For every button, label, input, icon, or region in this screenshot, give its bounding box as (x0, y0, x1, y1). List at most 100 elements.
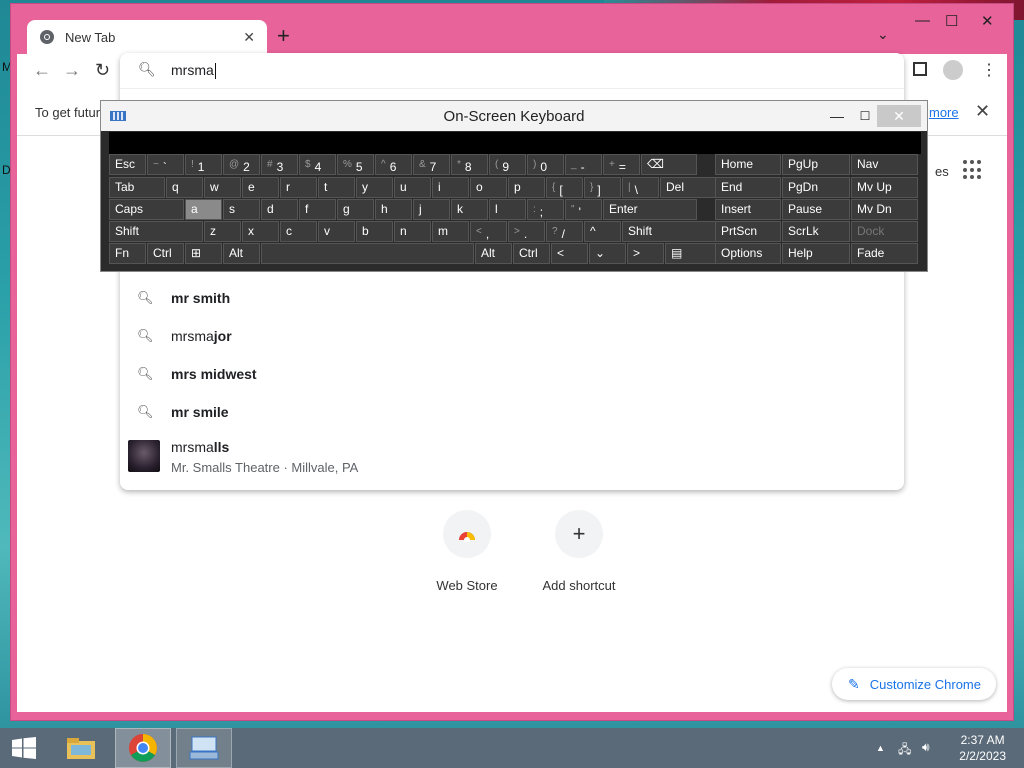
osk-key[interactable]: (9 (489, 154, 526, 175)
osk-key[interactable]: j (413, 199, 450, 220)
osk-key[interactable]: a (185, 199, 222, 220)
minimize-button[interactable]: — (915, 12, 930, 29)
system-clock[interactable]: 2:37 AM 2/2/2023 (959, 732, 1006, 764)
back-icon[interactable]: ← (33, 60, 51, 81)
osk-key[interactable]: > (627, 243, 664, 264)
osk-key[interactable]: #3 (261, 154, 298, 175)
osk-key[interactable]: & 7 (413, 154, 450, 175)
osk-key[interactable]: Caps (109, 199, 184, 220)
osk-minimize-button[interactable]: — (827, 105, 847, 127)
osk-key[interactable]: m (432, 221, 469, 242)
osk-nav-key[interactable]: Options (715, 243, 781, 264)
file-explorer-icon[interactable] (58, 728, 104, 768)
osk-key[interactable]: g (337, 199, 374, 220)
osk-key[interactable]: < (551, 243, 588, 264)
osk-key[interactable]: @2 (223, 154, 260, 175)
start-button[interactable] (0, 728, 48, 768)
info-bar-close-icon[interactable]: ✕ (975, 101, 990, 122)
osk-key[interactable]: * 8 (451, 154, 488, 175)
osk-nav-key[interactable]: Insert (715, 199, 781, 220)
shortcut-add[interactable]: + Add shortcut (529, 510, 629, 593)
tab-new-tab[interactable]: New Tab ✕ (27, 20, 267, 54)
address-input[interactable]: mrsma (171, 62, 216, 80)
osk-key[interactable]: v (318, 221, 355, 242)
menu-kebab-icon[interactable]: ⋮ (981, 60, 997, 80)
osk-nav-key[interactable]: PrtScn (715, 221, 781, 242)
osk-key[interactable] (261, 243, 474, 264)
profile-avatar[interactable] (943, 60, 963, 80)
osk-key[interactable]: h (375, 199, 412, 220)
osk-maximize-button[interactable]: ☐ (855, 105, 875, 127)
osk-key[interactable]: q (166, 177, 203, 198)
osk-key[interactable]: o (470, 177, 507, 198)
osk-key[interactable]: ▤ (665, 243, 721, 264)
osk-close-button[interactable]: ✕ (877, 105, 921, 127)
osk-nav-key[interactable]: Dock (851, 221, 918, 242)
osk-key[interactable]: e (242, 177, 279, 198)
osk-key[interactable]: ~ ` (147, 154, 184, 175)
osk-key[interactable]: % 5 (337, 154, 374, 175)
customize-chrome-button[interactable]: ✎ Customize Chrome (832, 668, 996, 700)
osk-key[interactable]: b (356, 221, 393, 242)
osk-nav-key[interactable]: Mv Up (851, 177, 918, 198)
osk-nav-key[interactable]: ScrLk (782, 221, 850, 242)
osk-key[interactable]: Shift (109, 221, 203, 242)
suggestion-item[interactable]: 🔍︎ mr smith (120, 280, 904, 316)
osk-key[interactable]: y (356, 177, 393, 198)
osk-key[interactable]: f (299, 199, 336, 220)
osk-key[interactable]: l (489, 199, 526, 220)
forward-icon[interactable]: → (63, 60, 81, 81)
osk-nav-key[interactable]: Fade (851, 243, 918, 264)
osk-key[interactable]: + = (603, 154, 640, 175)
osk-key[interactable]: Ctrl (513, 243, 550, 264)
osk-key[interactable]: Alt (475, 243, 512, 264)
osk-key[interactable]: :; (527, 199, 564, 220)
osk-key[interactable]: k (451, 199, 488, 220)
network-icon[interactable]: 🖧︎ (898, 740, 911, 761)
osk-key[interactable]: ) 0 (527, 154, 564, 175)
osk-nav-key[interactable]: Help (782, 243, 850, 264)
tab-search-chevron-icon[interactable]: ⌄ (877, 26, 889, 43)
osk-key[interactable]: d (261, 199, 298, 220)
tab-close-icon[interactable]: ✕ (243, 29, 255, 46)
osk-key[interactable]: p (508, 177, 545, 198)
osk-key[interactable]: _ - (565, 154, 602, 175)
osk-key[interactable]: x (242, 221, 279, 242)
osk-key[interactable]: n (394, 221, 431, 242)
osk-key[interactable]: Ctrl (147, 243, 184, 264)
osk-nav-key[interactable]: End (715, 177, 781, 198)
osk-key[interactable]: ^ 6 (375, 154, 412, 175)
osk-key[interactable]: $4 (299, 154, 336, 175)
osk-key[interactable]: {[ (546, 177, 583, 198)
osk-nav-key[interactable]: PgUp (782, 154, 850, 175)
volume-icon[interactable]: 🔊︎ (922, 740, 930, 755)
osk-key[interactable]: Fn (109, 243, 146, 264)
osk-key[interactable]: i (432, 177, 469, 198)
osk-key[interactable]: r (280, 177, 317, 198)
osk-key[interactable]: ⌄ (589, 243, 626, 264)
address-bar[interactable]: 🔍︎ mrsma (120, 53, 904, 89)
apps-grid-icon[interactable] (963, 160, 983, 180)
osk-key[interactable]: s (223, 199, 260, 220)
osk-key[interactable]: u (394, 177, 431, 198)
osk-key[interactable]: z (204, 221, 241, 242)
osk-key[interactable]: " ' (565, 199, 602, 220)
osk-key[interactable]: Shift (622, 221, 716, 242)
osk-nav-key[interactable]: Nav (851, 154, 918, 175)
osk-key[interactable]: c (280, 221, 317, 242)
osk-key[interactable]: ^ (584, 221, 621, 242)
reload-icon[interactable]: ↻ (95, 60, 110, 81)
osk-key[interactable]: Enter (603, 199, 697, 220)
osk-key[interactable]: >. (508, 221, 545, 242)
osk-key[interactable]: ? / (546, 221, 583, 242)
new-tab-button[interactable]: + (277, 24, 290, 48)
osk-key[interactable]: ⌫ (641, 154, 697, 175)
osk-key[interactable]: ! 1 (185, 154, 222, 175)
osk-key[interactable]: Alt (223, 243, 260, 264)
info-bar-link[interactable]: more (929, 105, 959, 120)
chrome-taskbar-icon[interactable] (115, 728, 171, 768)
osk-key[interactable]: | \ (622, 177, 659, 198)
ntp-header-link-fragment[interactable]: es (935, 164, 949, 179)
osk-nav-key[interactable]: Mv Dn (851, 199, 918, 220)
osk-key[interactable]: Tab (109, 177, 165, 198)
